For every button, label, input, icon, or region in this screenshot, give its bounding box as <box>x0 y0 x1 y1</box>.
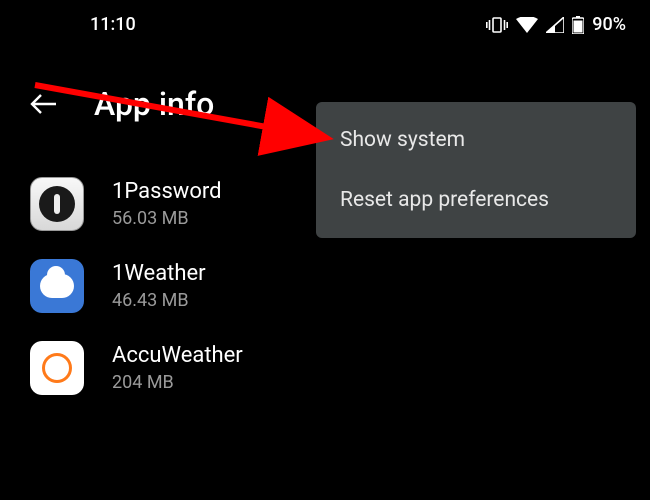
app-name: 1Weather <box>112 261 206 286</box>
page-title: App info <box>94 85 214 123</box>
app-name: AccuWeather <box>112 343 243 368</box>
battery-percent: 90% <box>592 14 626 35</box>
app-text: 1Password 56.03 MB <box>112 179 222 229</box>
status-time: 11:10 <box>24 14 136 35</box>
back-arrow-icon[interactable] <box>30 93 58 115</box>
vibrate-icon <box>486 17 508 33</box>
overflow-menu: Show system Reset app preferences <box>316 102 636 238</box>
app-item-accuweather[interactable]: AccuWeather 204 MB <box>0 327 650 409</box>
app-text: 1Weather 46.43 MB <box>112 261 206 311</box>
app-name: 1Password <box>112 179 222 204</box>
status-bar: 11:10 90% <box>0 0 650 45</box>
app-size: 46.43 MB <box>112 290 206 311</box>
app-item-1weather[interactable]: 1Weather 46.43 MB <box>0 245 650 327</box>
app-icon-1password <box>30 177 84 231</box>
battery-icon <box>572 16 584 34</box>
status-right: 90% <box>486 14 626 35</box>
app-icon-accuweather <box>30 341 84 395</box>
wifi-icon <box>516 17 538 33</box>
app-size: 204 MB <box>112 372 243 393</box>
app-size: 56.03 MB <box>112 208 222 229</box>
app-icon-1weather <box>30 259 84 313</box>
app-text: AccuWeather 204 MB <box>112 343 243 393</box>
menu-item-show-system[interactable]: Show system <box>316 110 636 170</box>
signal-icon <box>546 17 564 33</box>
menu-item-reset-app-preferences[interactable]: Reset app preferences <box>316 170 636 230</box>
